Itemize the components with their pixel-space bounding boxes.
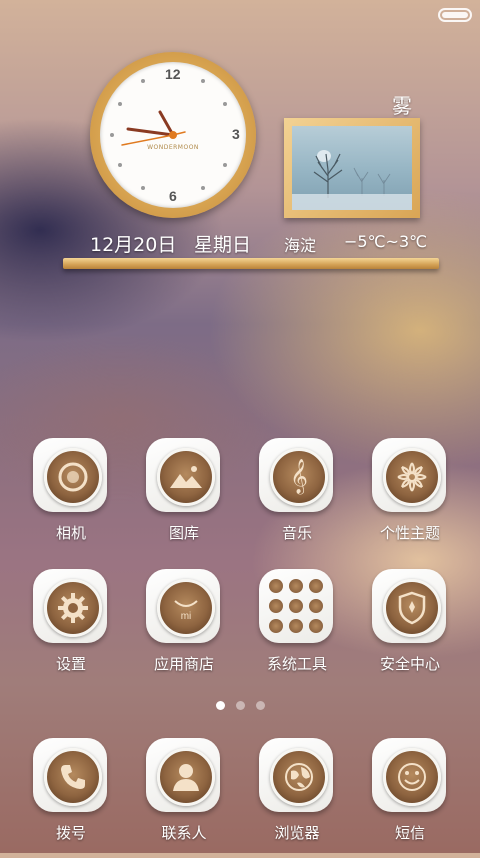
app-label: 拨号: [55, 824, 86, 842]
page-dot-active[interactable]: [216, 701, 225, 710]
page-indicator: [0, 701, 480, 713]
district-label: 海淀: [284, 236, 317, 255]
app-tile: [33, 438, 107, 512]
weather-photo-frame[interactable]: [284, 118, 420, 218]
app-gallery[interactable]: 图库: [134, 438, 234, 558]
weather-condition: 雾: [392, 94, 412, 118]
app-tile: 𝄞: [259, 438, 333, 512]
app-tile: [259, 569, 333, 643]
date-label: 12月20日: [90, 234, 177, 256]
app-tile: [372, 569, 446, 643]
widget-shelf: [63, 258, 439, 269]
app-label: 相机: [55, 524, 86, 542]
battery-indicator: [438, 8, 472, 22]
app-label: 音乐: [281, 524, 312, 542]
tools-grid-icon: [265, 575, 327, 637]
shield-icon: [383, 579, 441, 637]
gallery-icon: [157, 448, 215, 506]
app-label: 图库: [168, 524, 199, 542]
app-label: 设置: [55, 655, 86, 673]
app-system-tools[interactable]: 系统工具: [247, 569, 347, 689]
app-label: 系统工具: [266, 655, 327, 673]
clock-hands: [121, 110, 186, 146]
app-settings[interactable]: 设置: [21, 569, 121, 689]
camera-icon: [44, 448, 102, 506]
app-label: 个性主题: [379, 524, 440, 542]
phone-icon: [44, 748, 102, 806]
app-tile: [33, 738, 107, 812]
app-tile: [146, 738, 220, 812]
app-music[interactable]: 𝄞 音乐: [247, 438, 347, 558]
app-tile: [259, 738, 333, 812]
app-tile: [372, 738, 446, 812]
globe-icon: [270, 748, 328, 806]
app-tile: mi: [146, 569, 220, 643]
store-icon: mi: [157, 579, 215, 637]
app-store[interactable]: mi 应用商店: [134, 569, 234, 689]
clock-widget[interactable]: WONDERMOON 12 3 6: [90, 52, 256, 218]
app-theme[interactable]: 个性主题: [360, 438, 460, 558]
smiley-icon: [383, 748, 441, 806]
app-camera[interactable]: 相机: [21, 438, 121, 558]
theme-icon: [383, 448, 441, 506]
date-weather-row: 12月20日 星期日 海淀 −5℃~3℃: [0, 230, 480, 260]
app-label: 安全中心: [379, 655, 440, 673]
app-tile: [372, 438, 446, 512]
music-icon: 𝄞: [270, 448, 328, 506]
app-tile: [33, 569, 107, 643]
app-label: 短信: [394, 824, 425, 842]
app-dialer[interactable]: 拨号: [21, 738, 121, 858]
temperature-label: −5℃~3℃: [344, 232, 428, 251]
app-label: 应用商店: [153, 655, 214, 673]
svg-text:mi: mi: [181, 611, 192, 622]
gear-icon: [44, 579, 102, 637]
app-browser[interactable]: 浏览器: [247, 738, 347, 858]
weather-photo: [292, 126, 412, 210]
app-label: 浏览器: [274, 824, 320, 842]
contacts-icon: [157, 748, 215, 806]
app-tile: [146, 438, 220, 512]
page-dot[interactable]: [236, 701, 245, 710]
page-dot[interactable]: [256, 701, 265, 710]
app-contacts[interactable]: 联系人: [134, 738, 234, 858]
app-label: 联系人: [161, 824, 207, 842]
app-security[interactable]: 安全中心: [360, 569, 460, 689]
weekday-label: 星期日: [194, 234, 252, 256]
app-messages[interactable]: 短信: [360, 738, 460, 858]
